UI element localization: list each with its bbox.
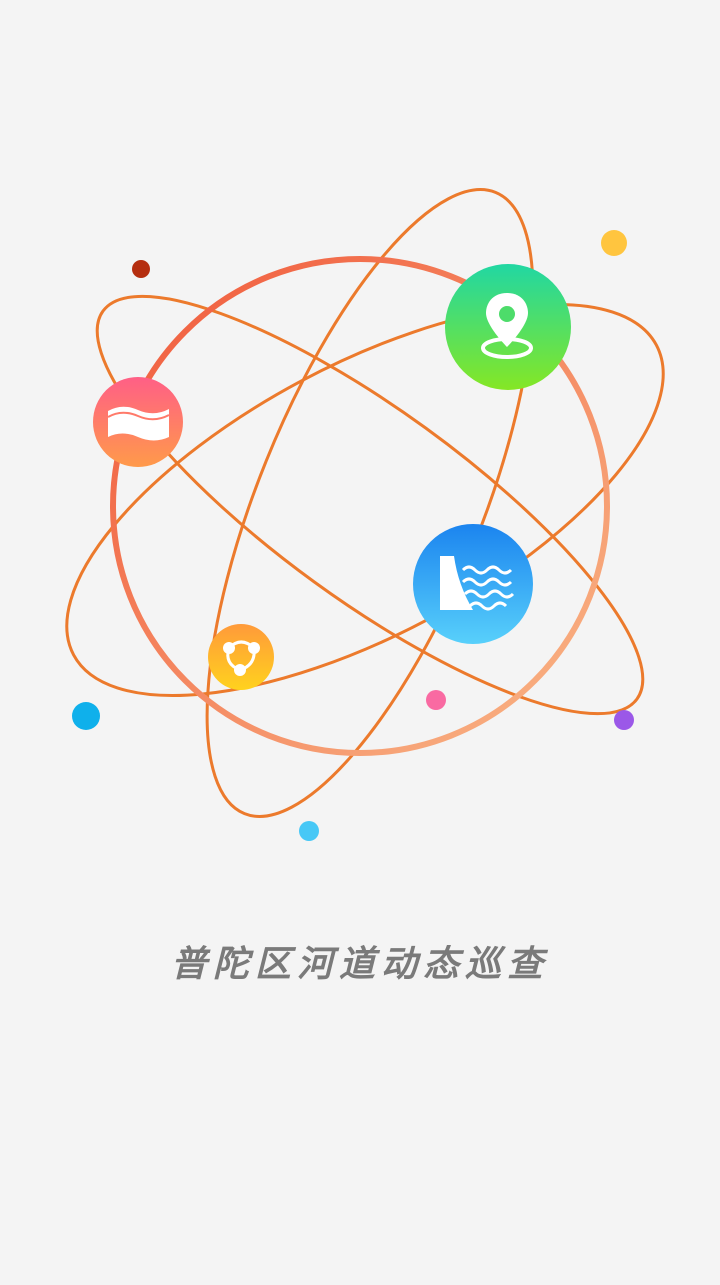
dam-water-icon (413, 524, 533, 644)
splash-screen: 普陀区河道动态巡查 (0, 0, 720, 1280)
share-network-icon (208, 624, 274, 690)
river-flag-icon (93, 377, 183, 467)
dot-dark-red (132, 260, 150, 278)
orbit-ellipse-wide (65, 303, 665, 697)
dot-pink (426, 690, 446, 710)
dot-light-blue (299, 821, 319, 841)
dot-yellow (601, 230, 627, 256)
dot-cyan (72, 702, 100, 730)
location-pin-icon (445, 264, 571, 390)
app-title: 普陀区河道动态巡查 (170, 943, 549, 985)
dot-purple (614, 710, 634, 730)
orbit-illustration (65, 188, 665, 841)
